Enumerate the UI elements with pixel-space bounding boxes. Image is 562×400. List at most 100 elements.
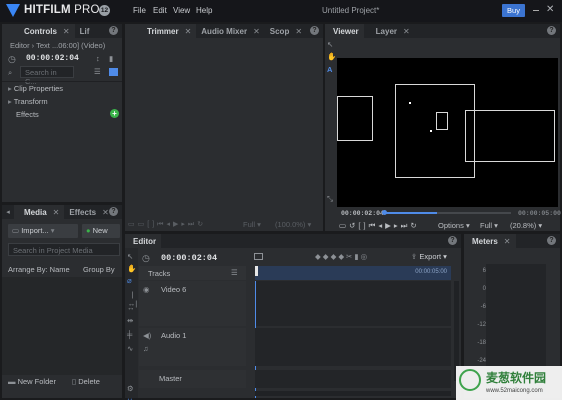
monitor-icon[interactable] — [254, 253, 263, 260]
text-bounding-box[interactable] — [465, 110, 555, 162]
controls-search-input[interactable]: Search in C... — [20, 66, 74, 86]
play-icon[interactable]: ▶ — [385, 221, 394, 230]
tab-media[interactable]: Media ✕ — [14, 205, 65, 219]
track-video-6[interactable]: ◉ Video 6 — [139, 281, 246, 326]
help-icon[interactable]: ? — [448, 236, 457, 245]
prop-transform[interactable]: ▸ Transform — [8, 97, 48, 106]
grid-view-icon[interactable] — [109, 68, 118, 76]
tab-controls[interactable]: Controls ✕ — [2, 24, 75, 38]
close-tab-icon[interactable]: ✕ — [403, 27, 410, 36]
tab-lif[interactable]: Lif — [75, 24, 95, 38]
viewer-zoom[interactable]: (20.8%) ▾ — [510, 221, 542, 230]
link-icon[interactable]: ◎ — [361, 252, 370, 261]
menu-file[interactable]: File — [133, 6, 146, 15]
menu-edit[interactable]: Edit — [153, 6, 167, 15]
text-bounding-box[interactable] — [395, 84, 475, 178]
delete-button[interactable]: ▯ Delete — [72, 377, 100, 386]
add-effect-icon[interactable]: + — [110, 109, 119, 118]
controls-time[interactable]: 00:00:02:04 — [26, 54, 79, 63]
insert-icon[interactable]: ▭ — [128, 221, 138, 228]
list-view-icon[interactable]: ☰ — [94, 67, 101, 76]
timeline-ruler[interactable]: 00:00:05:00 — [255, 266, 451, 280]
snap-icon[interactable]: ∪ — [127, 396, 133, 400]
prop-effects[interactable]: Effects — [16, 110, 39, 119]
text-tool-icon[interactable]: A — [327, 65, 332, 74]
tab-editor[interactable]: Editor — [125, 234, 162, 248]
loop-icon[interactable]: ↻ — [410, 221, 419, 230]
playhead-handle[interactable] — [382, 210, 387, 215]
slide-tool-icon[interactable]: ↔ — [127, 303, 135, 312]
settings-icon[interactable]: ⚙ — [127, 384, 134, 393]
close-tab-icon[interactable]: ✕ — [102, 208, 109, 217]
next-frame-icon[interactable]: ▸ — [394, 221, 401, 230]
collapse-icon[interactable]: ◂ — [2, 205, 14, 219]
tab-effects[interactable]: Effects ✕ — [64, 205, 113, 219]
close-tab-icon[interactable]: ✕ — [504, 237, 511, 246]
help-icon[interactable]: ? — [109, 26, 118, 35]
insert-icon[interactable]: ▭ — [339, 221, 349, 230]
viewer-quality[interactable]: Full ▾ — [480, 221, 498, 230]
loop-icon[interactable]: ↻ — [197, 221, 206, 228]
close-tab-icon[interactable]: ✕ — [253, 27, 260, 36]
help-icon[interactable]: ? — [109, 207, 118, 216]
tracks-menu-icon[interactable]: ☰ — [231, 268, 238, 277]
help-icon[interactable]: ? — [547, 26, 556, 35]
anchor-point[interactable] — [409, 102, 411, 104]
new-folder-button[interactable]: ▬ New Folder — [8, 377, 56, 386]
overlay-icon[interactable]: ↺ — [349, 221, 358, 230]
go-end-icon[interactable]: ⏭ — [188, 221, 197, 228]
tab-scopes[interactable]: Scop ✕ — [265, 24, 307, 38]
playhead-marker[interactable] — [255, 266, 258, 276]
options-dropdown[interactable]: Options ▾ — [438, 221, 470, 230]
select-tool-icon[interactable]: ↖ — [127, 252, 133, 261]
arrange-by-dropdown[interactable]: Arrange By: Name — [8, 265, 70, 274]
menu-help[interactable]: Help — [196, 6, 212, 15]
trimmer-zoom[interactable]: (100.0%) ▾ — [275, 220, 311, 229]
tab-trimmer[interactable]: Trimmer ✕ — [125, 24, 197, 38]
keyframe-icon[interactable]: ◆ — [338, 252, 346, 261]
help-icon[interactable]: ? — [547, 236, 556, 245]
import-button[interactable]: ▭ Import... ▾ — [8, 224, 78, 238]
go-start-icon[interactable]: ⏮ — [369, 221, 379, 230]
video-track-lane[interactable] — [255, 281, 451, 326]
minimize-icon[interactable] — [533, 10, 539, 11]
close-window-icon[interactable]: ✕ — [546, 4, 554, 15]
tab-audio-mixer[interactable]: Audio Mixer ✕ — [196, 24, 264, 38]
close-tab-icon[interactable]: ✕ — [63, 27, 70, 36]
speaker-icon[interactable]: ◀) — [143, 331, 151, 340]
viewer-canvas[interactable] — [337, 58, 558, 207]
rate-stretch-icon[interactable]: ∿ — [127, 344, 133, 353]
buy-button[interactable]: Buy — [502, 4, 525, 17]
new-button[interactable]: ● New — [82, 224, 120, 238]
expand-icon[interactable]: ⤡ — [327, 194, 333, 204]
prop-clip-properties[interactable]: ▸ Clip Properties — [8, 84, 63, 93]
close-tab-icon[interactable]: ✕ — [185, 27, 192, 36]
text-bounding-box[interactable] — [337, 96, 373, 141]
go-end-icon[interactable]: ⏭ — [401, 221, 411, 230]
anchor-point[interactable] — [430, 130, 432, 132]
marker-icon[interactable]: ◆ — [323, 252, 331, 261]
tab-layer[interactable]: Layer ✕ — [364, 24, 415, 38]
razor-tool-icon[interactable]: ⌀ — [127, 276, 132, 285]
horizontal-scrollbar[interactable] — [255, 391, 451, 396]
select-tool-icon[interactable]: ↖ — [327, 40, 333, 49]
overlay-icon[interactable]: ▭ — [138, 221, 148, 228]
hand-tool-icon[interactable]: ✋ — [127, 264, 136, 273]
hand-tool-icon[interactable]: ✋ — [327, 52, 336, 61]
keyframe-icon[interactable]: ↕ — [96, 54, 100, 63]
text-bounding-box[interactable] — [436, 112, 448, 130]
trimmer-quality[interactable]: Full ▾ — [243, 220, 261, 229]
tab-viewer[interactable]: Viewer — [325, 24, 364, 38]
audio-track-lane[interactable] — [255, 328, 451, 366]
visibility-icon[interactable]: ◉ — [143, 285, 150, 294]
viewer-scrubber[interactable] — [382, 210, 511, 215]
roll-tool-icon[interactable]: ╪ — [127, 330, 132, 339]
close-tab-icon[interactable]: ✕ — [53, 208, 60, 217]
editor-time[interactable]: 00:00:02:04 — [161, 253, 217, 263]
menu-view[interactable]: View — [173, 6, 190, 15]
track-audio-1[interactable]: ◀) Audio 1 ♫ — [139, 328, 246, 366]
group-by-dropdown[interactable]: Group By — [83, 265, 119, 274]
wave-icon[interactable]: ♫ — [143, 344, 149, 353]
close-tab-icon[interactable]: ✕ — [295, 27, 302, 36]
ripple-tool-icon[interactable]: ⇹ — [127, 316, 133, 325]
